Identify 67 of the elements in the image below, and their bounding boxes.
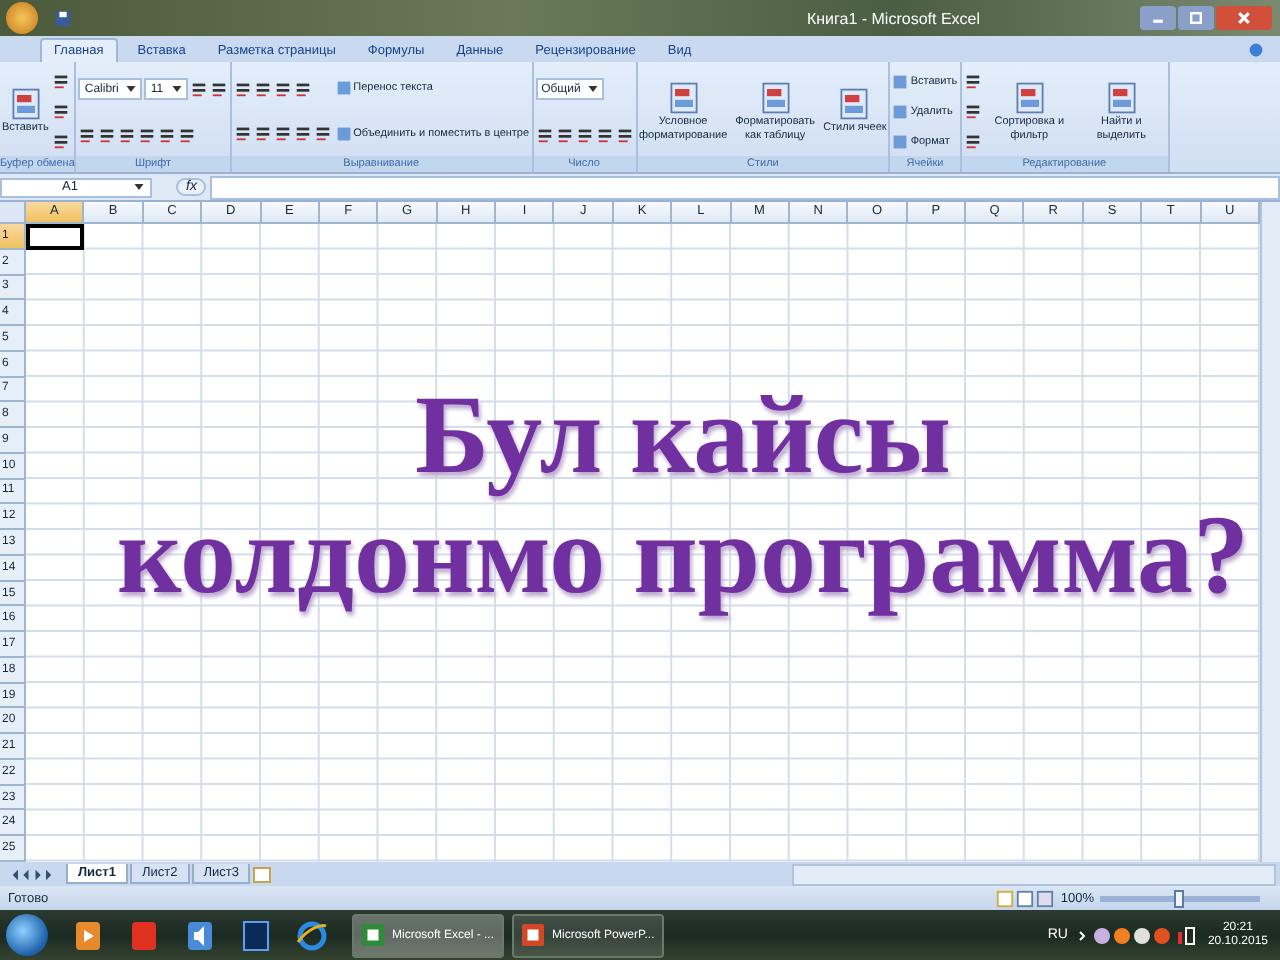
app-icon: [522, 924, 544, 946]
command-icon: [335, 80, 352, 97]
command-icon: [335, 125, 352, 142]
cell-grid[interactable]: Бул кайсы колдонмо программа?: [26, 224, 1260, 862]
window-title: Книга1 - Microsoft Excel: [804, 9, 982, 27]
tray-icons-drawing[interactable]: [1077, 925, 1198, 945]
tool-icon[interactable]: [273, 79, 292, 98]
sheet-navigation-icon[interactable]: [8, 867, 56, 881]
maximize-button[interactable]: [1178, 6, 1214, 30]
tool-icon[interactable]: [595, 125, 614, 144]
tool-icon[interactable]: [138, 125, 157, 144]
start-button[interactable]: [6, 914, 48, 956]
tool-icon[interactable]: [118, 125, 137, 144]
app-icon: [362, 924, 384, 946]
command-icon: [1011, 80, 1048, 116]
page-break-icon[interactable]: [1036, 889, 1055, 907]
tool-icon[interactable]: [615, 125, 634, 144]
tool-icon[interactable]: [158, 125, 177, 144]
tool-icon[interactable]: [189, 80, 208, 99]
tool-icon[interactable]: [555, 125, 574, 144]
tool-icon[interactable]: [233, 124, 252, 143]
horizontal-scrollbar[interactable]: [792, 863, 1276, 885]
command-icon: [757, 80, 794, 116]
save-icon[interactable]: [54, 9, 72, 27]
tool-icon[interactable]: [293, 124, 312, 143]
tool-icon[interactable]: [963, 72, 982, 90]
tool-icon[interactable]: [293, 79, 312, 98]
close-icon: [1236, 10, 1252, 26]
tool-icon[interactable]: [963, 102, 982, 120]
photo-editor-icon[interactable]: [240, 919, 272, 951]
speaker-icon[interactable]: [184, 919, 216, 951]
tool-icon[interactable]: [575, 125, 594, 144]
zoom-thumb[interactable]: [1174, 889, 1184, 907]
tool-icon[interactable]: [253, 124, 272, 143]
dropdown-arrow-icon: [171, 86, 182, 93]
tool-icon[interactable]: [52, 102, 71, 120]
active-cell[interactable]: [26, 224, 85, 250]
tool-icon[interactable]: [963, 132, 982, 150]
close-button[interactable]: [1216, 6, 1272, 30]
maximize-icon: [1188, 10, 1204, 26]
browser-icon[interactable]: [128, 919, 160, 951]
tool-icon[interactable]: [52, 72, 71, 90]
dropdown-arrow-icon: [588, 86, 599, 93]
command-icon: [665, 80, 702, 116]
dropdown-arrow-icon: [134, 184, 144, 190]
tool-icon[interactable]: [313, 124, 332, 143]
tool-icon[interactable]: [178, 125, 197, 144]
dropdown-arrow-icon: [126, 86, 137, 93]
media-player-icon[interactable]: [72, 919, 104, 951]
help-icon[interactable]: [1248, 41, 1264, 57]
tool-icon[interactable]: [209, 80, 228, 99]
overlay-question: Бул кайсы колдонмо программа?: [114, 376, 1252, 616]
tool-icon[interactable]: [233, 79, 252, 98]
command-icon: [1103, 80, 1140, 116]
formula-input[interactable]: [210, 175, 1280, 199]
tool-icon[interactable]: [78, 125, 97, 144]
tool-icon[interactable]: [535, 125, 554, 144]
command-icon: [7, 86, 44, 123]
tool-icon[interactable]: [98, 125, 117, 144]
vertical-scrollbar[interactable]: [1260, 202, 1280, 862]
internet-explorer-icon[interactable]: [296, 919, 328, 951]
tool-icon[interactable]: [52, 132, 71, 150]
tool-icon[interactable]: [253, 79, 272, 98]
page-layout-icon[interactable]: [1016, 889, 1035, 907]
tool-icon[interactable]: [273, 124, 292, 143]
office-button[interactable]: [6, 2, 38, 34]
command-icon: [836, 86, 873, 123]
